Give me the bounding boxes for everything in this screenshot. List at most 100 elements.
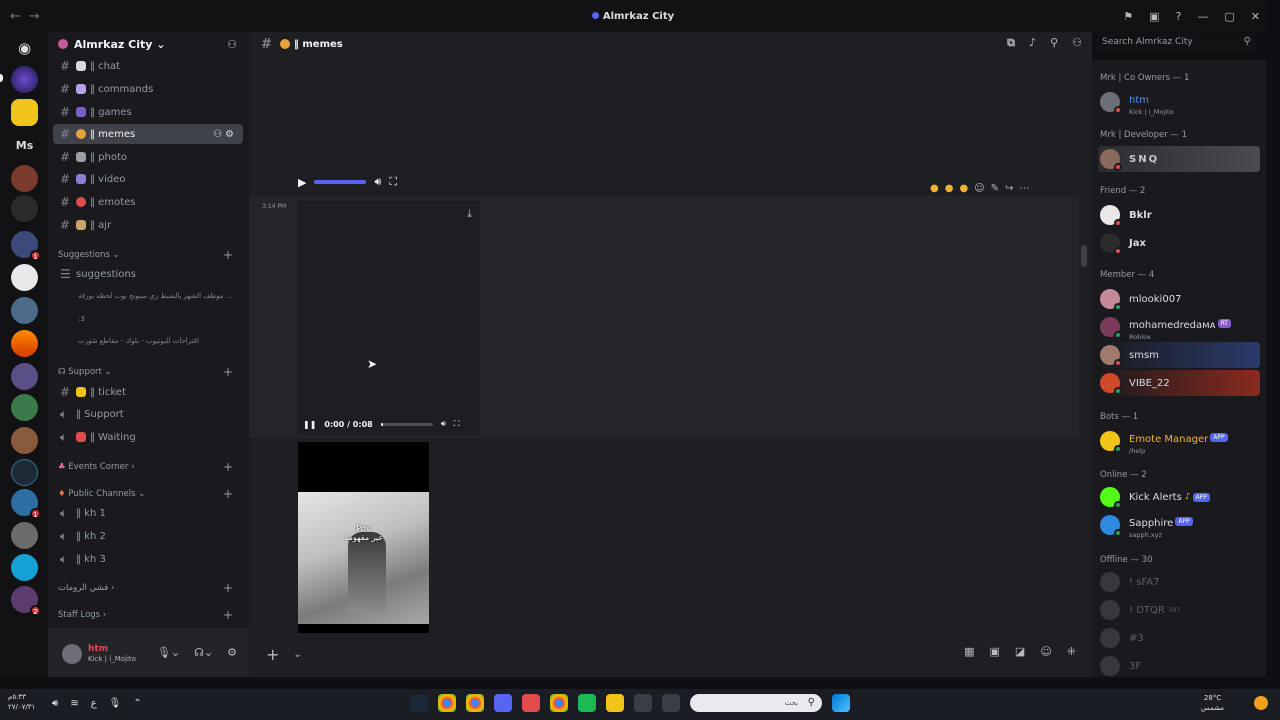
- store-icon[interactable]: [634, 694, 652, 712]
- member-item[interactable]: ! sFA7: [1098, 569, 1260, 595]
- server-icon[interactable]: [11, 297, 38, 324]
- channel-games[interactable]: # ‖ games: [53, 102, 243, 122]
- threads-icon[interactable]: ⧉: [1007, 36, 1015, 50]
- member-item[interactable]: mohamedredaᴍᴀ RT Roblox: [1098, 314, 1260, 341]
- chevron-up-icon[interactable]: ⌃: [133, 698, 141, 709]
- forward-icon[interactable]: ↪: [1005, 183, 1013, 194]
- channel-ticket[interactable]: # ‖ ticket: [53, 382, 243, 402]
- server-icon[interactable]: 2: [11, 586, 41, 616]
- member-item[interactable]: Sapphire APP sapph.xyz: [1098, 512, 1260, 539]
- wifi-icon[interactable]: ≋: [70, 698, 78, 709]
- play-icon[interactable]: ▶: [298, 176, 306, 189]
- video-thumbnail[interactable]: Pov غير مفهومة: [298, 442, 429, 633]
- search-input[interactable]: Search Almrkaz City ⚲: [1096, 33, 1257, 53]
- weather-widget[interactable]: 28°C مشمس: [1201, 693, 1224, 713]
- member-item[interactable]: SNQ: [1098, 146, 1260, 172]
- server-icon[interactable]: [11, 99, 38, 126]
- add-channel-icon[interactable]: +: [223, 460, 233, 474]
- forward-button[interactable]: →: [29, 9, 40, 24]
- server-icon[interactable]: [11, 264, 38, 291]
- add-channel-icon[interactable]: +: [223, 608, 233, 622]
- download-icon[interactable]: ⤓: [467, 207, 472, 221]
- server-header[interactable]: Almrkaz City ⌄ ⚇: [48, 32, 249, 56]
- emoji-icon[interactable]: ☺: [1040, 645, 1051, 658]
- member-item[interactable]: #3: [1098, 625, 1260, 651]
- windows-start-icon[interactable]: [832, 694, 850, 712]
- avatar[interactable]: [62, 644, 82, 664]
- add-channel-icon[interactable]: +: [223, 581, 233, 595]
- forum-suggestions[interactable]: ☰ suggestions: [53, 264, 243, 284]
- taskbar-search[interactable]: بحث ⚲: [690, 694, 822, 712]
- member-item[interactable]: Jax: [1098, 230, 1260, 256]
- sticker-icon[interactable]: ◪: [1015, 645, 1025, 658]
- add-channel-icon[interactable]: +: [223, 365, 233, 379]
- discord-home-icon[interactable]: ◉: [11, 35, 38, 62]
- minimize-button[interactable]: —: [1197, 10, 1208, 23]
- category-support[interactable]: ☊ Support ⌄ +: [58, 365, 243, 379]
- voice-waiting[interactable]: 🔈︎ ‖ Waiting: [53, 427, 243, 447]
- server-icon[interactable]: [11, 363, 38, 390]
- app-icon[interactable]: [522, 694, 540, 712]
- video-player[interactable]: ⤓ ❚❚ 0:00 / 0:08 🔊︎ ⛶: [298, 201, 480, 435]
- add-channel-icon[interactable]: +: [223, 487, 233, 501]
- inbox-flag-icon[interactable]: ⚑: [1123, 10, 1133, 23]
- chevron-icon[interactable]: ⌄: [293, 649, 301, 660]
- bell-icon[interactable]: ♪: [1029, 36, 1036, 50]
- chrome-icon[interactable]: [550, 694, 568, 712]
- headphones-icon[interactable]: ☊⌄: [194, 646, 213, 659]
- voice-support[interactable]: 🔈︎ ‖ Support: [53, 404, 243, 424]
- channel-emotes[interactable]: # ‖ emotes: [53, 192, 243, 212]
- username[interactable]: htm: [88, 644, 108, 654]
- thumbs-up-icon[interactable]: ●: [945, 183, 954, 194]
- server-icon[interactable]: [11, 522, 38, 549]
- member-item[interactable]: Bklr: [1098, 202, 1260, 228]
- add-reaction-icon[interactable]: ☺: [974, 183, 984, 194]
- category-suggestions[interactable]: Suggestions ⌄ +: [58, 248, 243, 262]
- invite-icon[interactable]: ⚇: [213, 129, 225, 140]
- member-item[interactable]: Emote Manager APP/help: [1098, 428, 1260, 455]
- app-icon[interactable]: [578, 694, 596, 712]
- scrollbar[interactable]: [1081, 245, 1087, 267]
- member-item[interactable]: VIBE_22: [1098, 370, 1260, 396]
- maximize-button[interactable]: ▢: [1224, 10, 1234, 23]
- chrome-icon[interactable]: [438, 694, 456, 712]
- category-staff-logs[interactable]: Staff Logs › +: [58, 608, 243, 622]
- volume-slider[interactable]: [314, 180, 367, 184]
- server-icon[interactable]: [11, 66, 38, 93]
- members-icon[interactable]: ⚇: [1072, 36, 1082, 50]
- voice-kh2[interactable]: 🔈︎ ‖ kh 2: [53, 526, 243, 546]
- member-item[interactable]: ! DTQR 507: [1098, 597, 1260, 623]
- microphone-icon[interactable]: 🎙︎: [109, 698, 122, 709]
- fullscreen-icon[interactable]: ⛶: [454, 419, 460, 429]
- member-item[interactable]: 3F: [1098, 653, 1260, 677]
- server-icon[interactable]: [11, 330, 38, 357]
- invite-people-icon[interactable]: ⚇: [227, 38, 237, 51]
- server-icon[interactable]: [11, 459, 38, 486]
- more-icon[interactable]: ⋯: [1019, 183, 1029, 194]
- category-rooms[interactable]: فشي الرومات › +: [58, 581, 243, 595]
- volume-icon[interactable]: 🔊︎: [441, 419, 446, 429]
- channel-photo[interactable]: # ‖ photo: [53, 147, 243, 167]
- server-icon[interactable]: [11, 427, 38, 454]
- channel-chat[interactable]: # ‖ chat: [53, 56, 243, 76]
- member-item[interactable]: htm Kick | i_Mojito: [1098, 89, 1260, 116]
- window-icon[interactable]: ▣: [1149, 10, 1159, 23]
- channel-commands[interactable]: # ‖ commands: [53, 79, 243, 99]
- app-icon[interactable]: [662, 694, 680, 712]
- channel-memes[interactable]: # ‖ memes ⚇⚙: [53, 124, 243, 144]
- server-icon[interactable]: [11, 165, 38, 192]
- gear-icon[interactable]: ⚙: [227, 646, 237, 659]
- channel-ajr[interactable]: # ‖ ajr: [53, 215, 243, 235]
- thread-item[interactable]: موظف الشهر بالضبط زي سبونج بوب لحظه بورق…: [78, 292, 238, 300]
- folder-icon[interactable]: [606, 694, 624, 712]
- reaction-icon[interactable]: ●: [930, 183, 939, 194]
- edit-icon[interactable]: ✎: [991, 183, 999, 194]
- member-item[interactable]: mlooki007: [1098, 286, 1260, 312]
- server-icon-ms[interactable]: Ms: [11, 132, 38, 159]
- speaker-icon[interactable]: 🔊︎: [52, 698, 58, 709]
- apps-icon[interactable]: ⁜: [1067, 645, 1076, 658]
- member-item[interactable]: Kick Alerts ♪ APP: [1098, 484, 1260, 510]
- volume-icon[interactable]: 🔊︎: [374, 175, 381, 189]
- steam-icon[interactable]: [410, 694, 428, 712]
- server-icon[interactable]: 1: [11, 489, 41, 519]
